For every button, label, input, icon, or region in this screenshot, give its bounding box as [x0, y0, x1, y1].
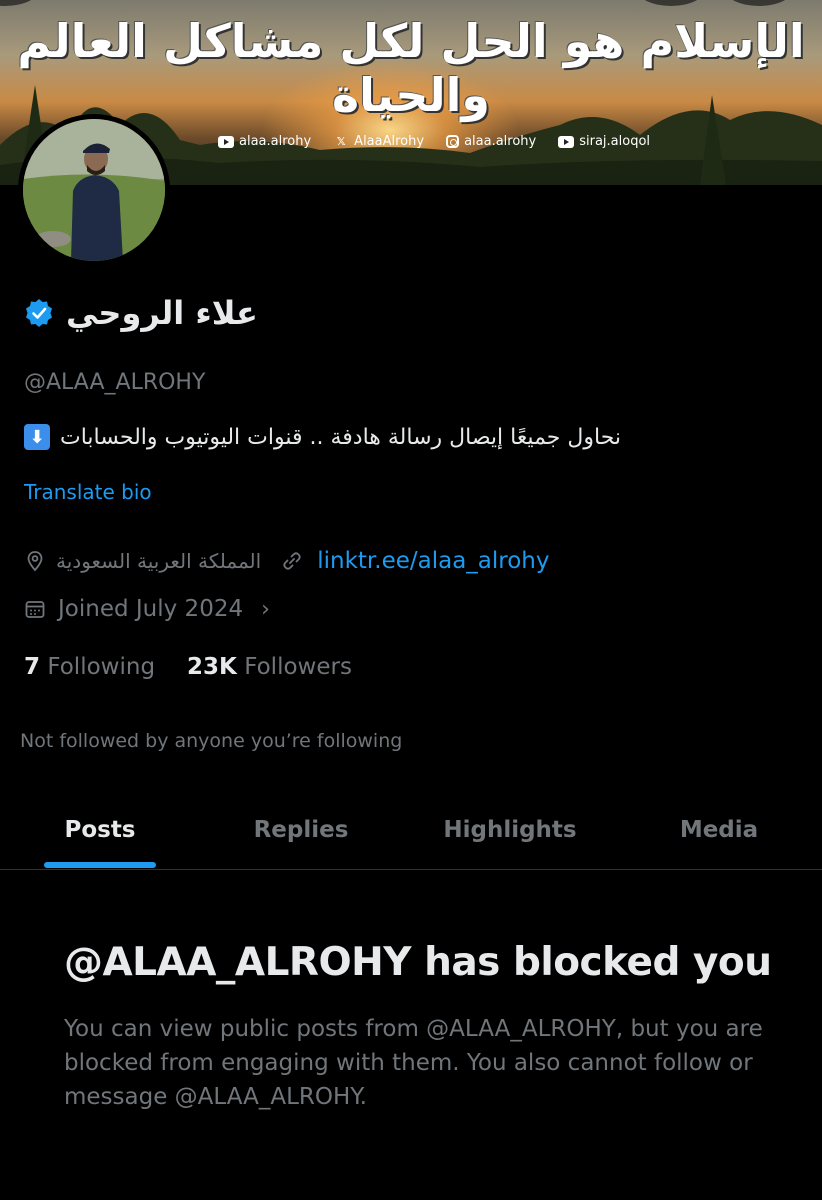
verified-badge-icon: [26, 299, 52, 327]
profile-website-link[interactable]: linktr.ee/alaa_alrohy: [317, 548, 549, 574]
tab-posts[interactable]: Posts: [44, 790, 156, 870]
following-count: 7: [24, 654, 41, 680]
followers-label: Followers: [244, 654, 352, 680]
profile-location: المملكة العربية السعودية: [56, 549, 262, 573]
banner-handle-text: siraj.aloqol: [579, 134, 651, 149]
avatar[interactable]: [18, 114, 170, 266]
avatar-image: [23, 119, 165, 261]
banner-handle-youtube-2: siraj.aloqol: [558, 134, 650, 149]
followers-count: 23K: [187, 654, 237, 680]
tab-media[interactable]: Media: [666, 790, 772, 870]
followers-stat[interactable]: 23K Followers: [187, 654, 352, 680]
down-arrow-emoji-icon: ⬇: [24, 424, 50, 450]
profile-joined-date: Joined July 2024: [58, 596, 244, 622]
location-pin-icon: [27, 551, 43, 572]
profile-stats: 7 Following 23K Followers: [24, 654, 352, 680]
following-label: Following: [47, 654, 156, 680]
profile-tabs: Posts Replies Highlights Media: [0, 790, 822, 870]
banner-handle-text: alaa.alrohy: [239, 134, 312, 149]
back-button[interactable]: [0, 0, 40, 6]
youtube-icon: [558, 135, 575, 148]
x-icon: 𝕏: [336, 135, 346, 148]
tab-label: Replies: [253, 817, 349, 843]
banner-handle-instagram: alaa.alrohy: [446, 134, 536, 149]
profile-handle: @ALAA_ALROHY: [24, 370, 206, 395]
profile-joined-row[interactable]: Joined July 2024 ›: [24, 596, 270, 622]
avatar-person: [23, 119, 165, 261]
blocked-title: @ALAA_ALROHY has blocked you: [64, 940, 772, 985]
tab-highlights[interactable]: Highlights: [436, 790, 584, 870]
banner-handle-text: alaa.alrohy: [464, 134, 537, 149]
following-stat[interactable]: 7 Following: [24, 654, 155, 680]
youtube-icon: [218, 135, 234, 148]
display-name: علاء الروحي: [66, 294, 258, 332]
translate-bio-link[interactable]: Translate bio: [24, 480, 152, 504]
tab-label: Posts: [64, 817, 136, 843]
banner-handle-youtube: alaa.alrohy: [218, 134, 311, 149]
calendar-icon: [25, 601, 45, 618]
instagram-icon: [446, 135, 460, 148]
profile-name-row: علاء الروحي: [24, 294, 258, 332]
banner-title: الإسلام هو الحل لكل مشاكل العالم والحياة: [17, 14, 805, 122]
bio-text: نحاول جميعًا إيصال رسالة هادفة .. قنوات …: [60, 424, 622, 450]
tab-label: Highlights: [443, 817, 577, 843]
not-followed-notice: Not followed by anyone you’re following: [20, 730, 403, 752]
profile-bio: ⬇ نحاول جميعًا إيصال رسالة هادفة .. قنوا…: [24, 424, 621, 450]
chevron-right-icon: ›: [261, 596, 270, 622]
banner-handle-text: AlaaAlrohy: [354, 134, 425, 149]
banner-handle-x: 𝕏 AlaaAlrohy: [333, 134, 424, 149]
tab-label: Media: [679, 817, 759, 843]
active-tab-indicator: [44, 862, 156, 868]
more-button[interactable]: [724, 0, 794, 6]
blocked-description: You can view public posts from @ALAA_ALR…: [64, 1016, 763, 1110]
tab-replies[interactable]: Replies: [240, 790, 362, 870]
search-button[interactable]: [636, 0, 706, 6]
profile-meta-location-link: المملكة العربية السعودية linktr.ee/alaa_…: [24, 548, 550, 574]
link-icon: [283, 552, 301, 570]
banner-handles: alaa.alrohy 𝕏 AlaaAlrohy alaa.alrohy sir…: [218, 134, 650, 149]
